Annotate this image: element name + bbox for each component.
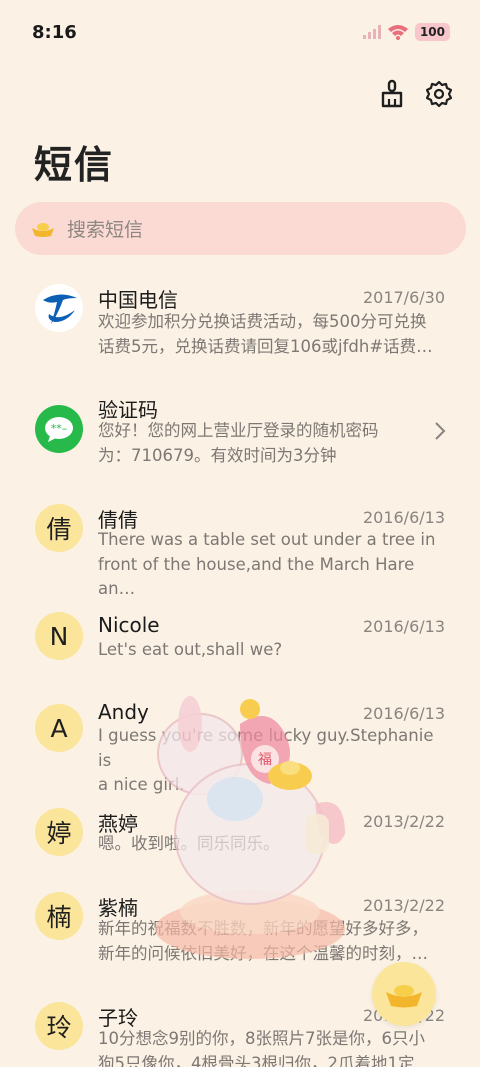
status-icons: 100 — [362, 23, 450, 41]
settings-button[interactable] — [424, 78, 454, 110]
conversation-preview: 新年的祝福数不胜数，新年的愿望好多好多， 新年的问候依旧美好，在这个温馨的时刻，… — [98, 917, 446, 966]
conversation-row[interactable]: 倩 倩倩 2016/6/13 There was a table set out… — [0, 492, 480, 598]
gold-ingot-icon — [386, 985, 422, 1008]
china-telecom-logo-icon — [43, 294, 77, 324]
preview-line: 新年的祝福数不胜数，新年的愿望好多好多， — [98, 919, 428, 938]
conversation-name: 中国电信 — [98, 288, 178, 312]
conversation-date: 2016/6/13 — [362, 704, 445, 723]
search-placeholder: 搜索短信 — [67, 219, 144, 241]
gold-ingot-icon — [32, 222, 54, 237]
preview-line: 嗯。收到啦。同乐同乐。 — [98, 834, 280, 853]
avatar: 楠 — [35, 892, 83, 940]
signal-icon — [362, 25, 381, 39]
conversation-preview: Let's eat out,shall we? — [98, 638, 446, 663]
clean-button[interactable] — [378, 78, 408, 110]
preview-line: 新年的问候依旧美好，在这个温馨的时刻，… — [98, 943, 428, 963]
avatar: 玲 — [35, 1002, 83, 1050]
status-bar: 8:16 100 — [0, 0, 480, 68]
conversation-row[interactable]: 婷 燕婷 2013/2/22 嗯。收到啦。同乐同乐。 — [0, 806, 480, 906]
conversation-row[interactable]: A Andy 2016/6/13 I guess you're some luc… — [0, 700, 480, 800]
preview-line: 10分想念9别的你，8张照片7张是你，6只小 — [98, 1029, 425, 1048]
compose-fab[interactable] — [372, 962, 436, 1026]
preview-line: 您好！您的网上营业厅登录的随机密码 — [98, 421, 379, 440]
page-title: 短信 — [34, 143, 115, 187]
conversation-date: 2013/2/22 — [362, 812, 445, 831]
preview-line: 狗5只像你，4根骨头3根归你，2爪着地1定 — [98, 1053, 415, 1067]
preview-line: There was a table set out under a tree i… — [98, 530, 436, 549]
conversation-row[interactable]: 中国电信 2017/6/30 欢迎参加积分兑换话费活动，每500分可兑换 话费5… — [0, 270, 480, 370]
conversation-row[interactable]: N Nicole 2016/6/13 Let's eat out,shall w… — [0, 602, 480, 702]
wifi-icon — [387, 25, 408, 40]
preview-line: I guess you're some lucky guy.Stephanie … — [98, 726, 434, 770]
search-bar[interactable]: 搜索短信 — [15, 202, 466, 255]
conversation-preview: 10分想念9别的你，8张照片7张是你，6只小 狗5只像你，4根骨头3根归你，2爪… — [98, 1027, 446, 1067]
sms-app-avatar: **– — [35, 405, 83, 453]
conversation-date: 2016/6/13 — [362, 508, 445, 527]
broom-icon — [381, 79, 403, 108]
preview-line: a nice girl. — [98, 775, 185, 794]
conversation-name: Andy — [98, 700, 149, 724]
conversation-preview: I guess you're some lucky guy.Stephanie … — [98, 724, 446, 798]
preview-line: front of the house,and the March Hare an… — [98, 554, 415, 599]
avatar: 倩 — [35, 504, 83, 552]
chevron-right-icon[interactable] — [434, 421, 446, 441]
preview-line: 话费5元，兑换话费请回复106或jfdh#话费… — [98, 336, 433, 356]
gear-icon — [425, 80, 453, 108]
conversation-preview: There was a table set out under a tree i… — [98, 528, 446, 602]
preview-line: Let's eat out,shall we? — [98, 640, 283, 659]
chat-bubble-icon: **– — [45, 417, 73, 442]
preview-line: 为：710679。有效时间为3分钟 — [98, 445, 337, 465]
conversation-preview: 嗯。收到啦。同乐同乐。 — [98, 832, 446, 857]
avatar: A — [35, 704, 83, 752]
conversation-date: 2017/6/30 — [362, 288, 445, 307]
avatar: 婷 — [35, 808, 83, 856]
conversation-name: Nicole — [98, 613, 160, 637]
avatar: N — [35, 612, 83, 660]
preview-line: 欢迎参加积分兑换话费活动，每500分可兑换 — [98, 312, 427, 331]
conversation-date: 2013/2/22 — [362, 896, 445, 915]
conversation-date: 2016/6/13 — [362, 617, 445, 636]
conversation-preview: 欢迎参加积分兑换话费活动，每500分可兑换 话费5元，兑换话费请回复106或jf… — [98, 310, 446, 359]
svg-text:**–: **– — [51, 422, 68, 435]
battery-indicator: 100 — [414, 23, 450, 41]
conversation-row[interactable]: **– 验证码 您好！您的网上营业厅登录的随机密码 为：710679。有效时间为… — [0, 382, 480, 482]
top-actions — [378, 78, 454, 110]
china-telecom-avatar — [35, 284, 83, 332]
conversation-preview: 您好！您的网上营业厅登录的随机密码 为：710679。有效时间为3分钟 — [98, 419, 446, 468]
status-time: 8:16 — [32, 22, 77, 43]
